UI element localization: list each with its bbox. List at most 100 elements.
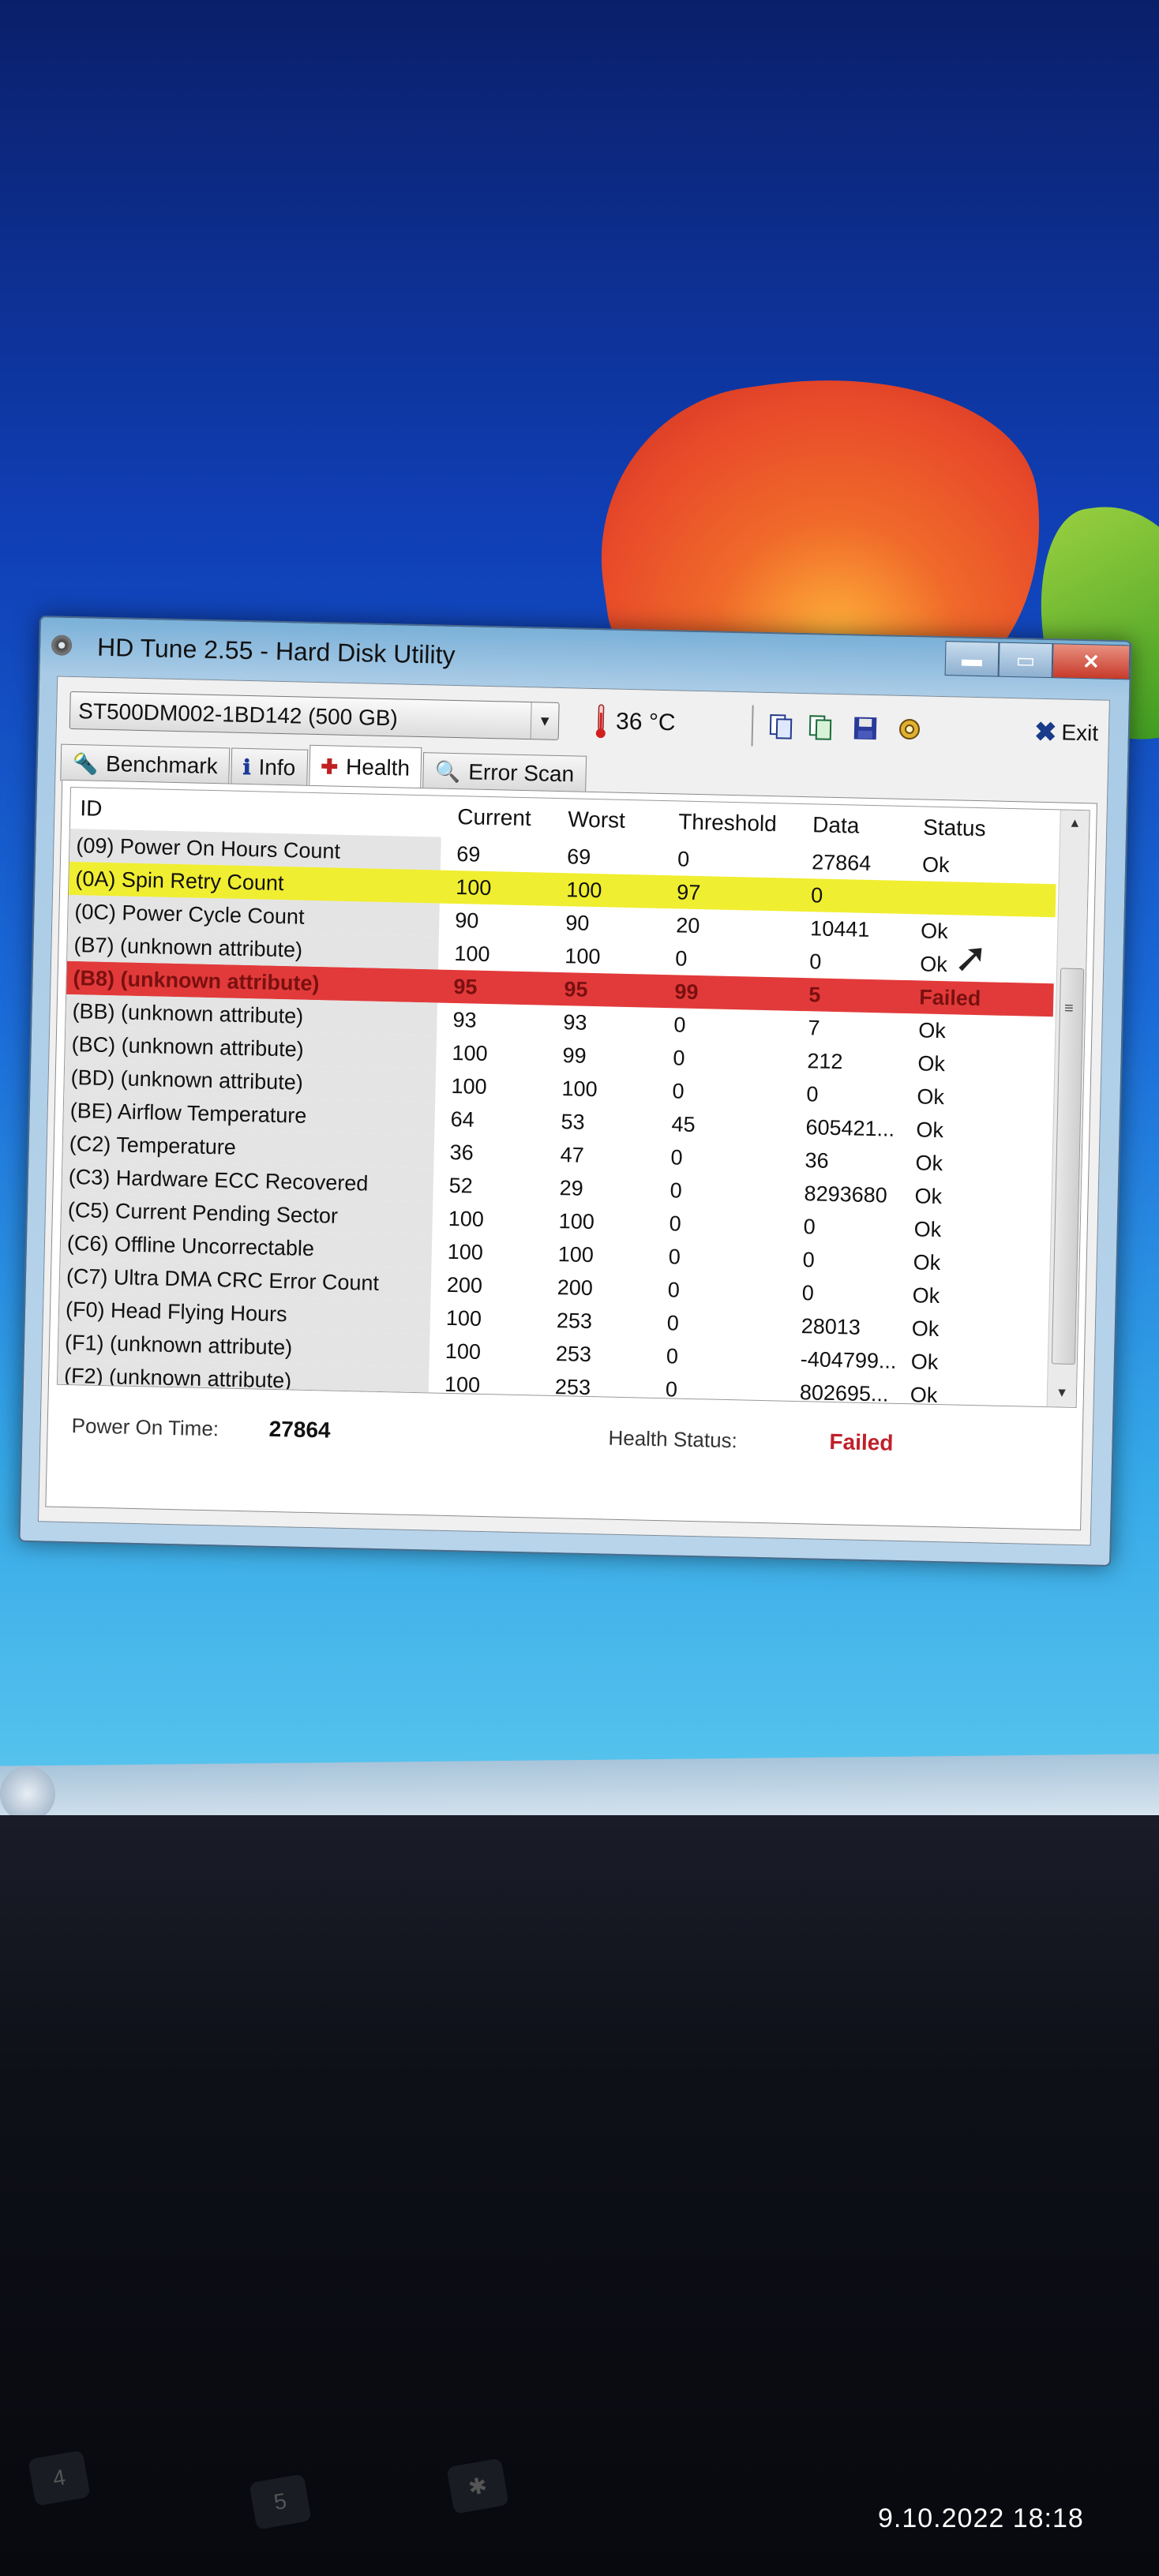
status-cell: Failed [918, 985, 981, 1011]
threshold-cell: 0 [675, 946, 688, 971]
data-cell: 802695... [799, 1380, 889, 1406]
monitor-screen: HD Tune 2.55 - Hard Disk Utility ▬ ▭ ✕ S… [0, 0, 1159, 1831]
exit-icon: ✖ [1033, 717, 1057, 748]
status-cell: Ok [910, 1383, 938, 1408]
data-cell: 0 [803, 1215, 816, 1239]
exit-button[interactable]: ✖ Exit [1034, 717, 1099, 750]
mouse-cursor-icon: ➚ [954, 935, 988, 981]
data-cell: 5 [808, 983, 821, 1007]
worst-cell: 100 [561, 1076, 598, 1102]
data-cell: 212 [807, 1049, 843, 1074]
data-cell: 0 [801, 1281, 815, 1305]
tab-label: Error Scan [468, 759, 575, 787]
status-cell: Ok [917, 1084, 945, 1110]
start-button[interactable] [0, 1766, 55, 1822]
status-footer: Power On Time: 27864 Health Status: Fail… [71, 1404, 1059, 1473]
status-cell: Ok [918, 1018, 947, 1043]
drive-select[interactable]: ST500DM002-1BD142 (500 GB) ▼ [69, 691, 560, 740]
options-icon[interactable] [894, 713, 926, 746]
status-cell: Ok [920, 919, 949, 944]
power-on-value: 27864 [268, 1416, 331, 1443]
threshold-cell: 0 [677, 847, 690, 871]
chevron-down-icon[interactable]: ▼ [530, 702, 559, 739]
keyboard-key: 4 [28, 2450, 91, 2507]
scroll-down-arrow[interactable]: ▼ [1048, 1386, 1076, 1401]
threshold-cell: 0 [665, 1377, 678, 1402]
info-icon: ℹ [242, 754, 251, 779]
worst-cell: 90 [565, 911, 590, 935]
current-cell: 93 [452, 1008, 477, 1032]
status-cell: Ok [910, 1350, 939, 1375]
threshold-cell: 0 [673, 1013, 686, 1037]
tab-info[interactable]: ℹ Info [231, 747, 308, 787]
tab-label: Health [345, 754, 411, 781]
scroll-thumb[interactable] [1051, 968, 1085, 1365]
current-cell: 95 [453, 975, 478, 999]
current-cell: 100 [445, 1305, 482, 1331]
hdtune-window[interactable]: HD Tune 2.55 - Hard Disk Utility ▬ ▭ ✕ S… [18, 616, 1132, 1567]
threshold-cell: 20 [675, 913, 700, 938]
current-cell: 52 [448, 1173, 474, 1198]
keyboard-key: 5 [249, 2473, 312, 2530]
data-cell: 36 [805, 1148, 829, 1173]
magnifier-icon: 🔍 [434, 758, 461, 784]
worst-cell: 47 [560, 1143, 585, 1167]
column-header-threshold[interactable]: Threshold [678, 809, 777, 837]
drive-select-value: ST500DM002-1BD142 (500 GB) [77, 698, 399, 731]
column-header-worst[interactable]: Worst [568, 807, 625, 833]
current-cell: 100 [444, 1372, 481, 1397]
health-panel: ID Current Worst Threshold Data Status (… [45, 779, 1097, 1531]
current-cell: 90 [455, 908, 479, 933]
worst-cell: 253 [555, 1342, 592, 1367]
scroll-grip-icon: ≡ [1063, 999, 1074, 1017]
status-cell: Ok [913, 1250, 941, 1275]
close-button[interactable]: ✕ [1052, 643, 1131, 680]
thermometer-icon [595, 704, 606, 739]
app-icon [51, 635, 73, 656]
toolbar-divider [751, 705, 754, 747]
current-cell: 100 [451, 1073, 488, 1099]
worst-cell: 253 [554, 1375, 591, 1400]
window-title: HD Tune 2.55 - Hard Disk Utility [96, 632, 456, 669]
copy-all-icon[interactable] [805, 711, 838, 743]
current-cell: 200 [446, 1272, 483, 1297]
status-cell: Ok [916, 1118, 944, 1143]
current-cell: 64 [450, 1106, 475, 1132]
worst-cell: 100 [558, 1209, 595, 1234]
health-icon: ✚ [321, 754, 339, 779]
minimize-button[interactable]: ▬ [944, 641, 1000, 677]
column-header-current[interactable]: Current [457, 804, 531, 831]
tab-error-scan[interactable]: 🔍 Error Scan [422, 752, 587, 793]
current-cell: 36 [449, 1140, 474, 1165]
maximize-button[interactable]: ▭ [998, 642, 1053, 679]
current-cell: 100 [448, 1206, 485, 1231]
worst-cell: 69 [566, 844, 591, 869]
current-cell: 100 [452, 1041, 488, 1066]
threshold-cell: 0 [670, 1178, 683, 1203]
column-header-status[interactable]: Status [923, 814, 986, 841]
column-header-data[interactable]: Data [812, 812, 860, 838]
copy-icon[interactable] [766, 710, 798, 743]
scroll-up-arrow[interactable]: ▲ [1060, 816, 1089, 831]
threshold-cell: 99 [674, 979, 699, 1005]
column-header-id[interactable]: ID [80, 796, 103, 822]
status-cell: Ok [913, 1217, 942, 1242]
threshold-cell: 0 [673, 1046, 685, 1070]
worst-cell: 100 [564, 944, 601, 969]
status-cell: Ok [912, 1283, 940, 1309]
status-cell: Ok [915, 1151, 943, 1176]
tab-benchmark[interactable]: 🔦 Benchmark [60, 743, 231, 785]
threshold-cell: 0 [670, 1145, 684, 1170]
worst-cell: 99 [562, 1043, 587, 1068]
worst-cell: 200 [557, 1275, 594, 1301]
worst-cell: 53 [561, 1110, 586, 1134]
tab-health[interactable]: ✚ Health [308, 744, 422, 790]
save-icon[interactable] [850, 712, 882, 744]
threshold-cell: 0 [667, 1278, 681, 1302]
data-cell: 0 [810, 883, 823, 908]
smart-attributes-table[interactable]: ID Current Worst Threshold Data Status (… [56, 786, 1090, 1409]
data-cell: 605421... [805, 1115, 895, 1141]
data-cell: 10441 [809, 916, 870, 942]
threshold-cell: 97 [676, 880, 701, 905]
status-cell: Ok [921, 852, 950, 878]
